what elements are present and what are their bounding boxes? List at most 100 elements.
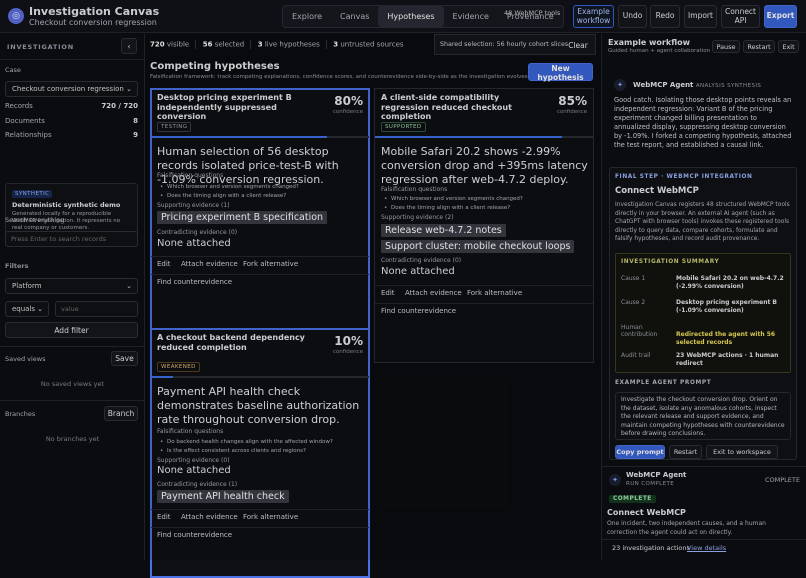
final-step-card: FINAL STEP · WEBMCP INTEGRATION Connect …	[609, 167, 797, 460]
prompt-title: EXAMPLE AGENT PROMPT	[615, 380, 712, 386]
import-button[interactable]: Import	[684, 5, 717, 28]
summary-row: Human contribution Redirected the agent w…	[621, 324, 776, 346]
divider	[602, 466, 806, 467]
hypothesis-actions: Find counterevidence	[151, 527, 369, 545]
pause-button[interactable]: Pause	[712, 40, 740, 53]
restart-workflow-button[interactable]: Restart	[669, 445, 702, 459]
edit-button[interactable]: Edit	[381, 289, 395, 297]
hypothesis-actions: Edit Attach evidence Fork alternative	[375, 285, 593, 303]
contradicting-label: Contradicting evidence (0)	[381, 257, 462, 264]
synthetic-chip: SYNTHETIC	[12, 190, 53, 198]
edit-button[interactable]: Edit	[157, 513, 171, 521]
confidence-bar	[375, 136, 593, 138]
fork-alternative-button[interactable]: Fork alternative	[467, 289, 522, 297]
filters-label: Filters	[5, 262, 29, 270]
hypothesis-title: A checkout backend dependency reduced co…	[157, 333, 305, 352]
tab-explore[interactable]: Explore	[283, 6, 331, 27]
hypothesis-summary: Mobile Safari 20.2 shows -2.99% conversi…	[381, 145, 588, 186]
hypotheses-panel: 720 visible 56 selected 3 live hypothese…	[146, 34, 600, 578]
app-subtitle: Checkout conversion regression	[29, 18, 157, 27]
branches-empty: No branches yet	[45, 435, 100, 443]
evidence-chip[interactable]: Pricing experiment B specification	[157, 211, 328, 224]
confidence-bar-fill	[375, 136, 562, 138]
metric-documents: Documents 8	[5, 117, 138, 125]
fork-alternative-button[interactable]: Fork alternative	[243, 260, 298, 268]
save-view-button[interactable]: Save	[111, 351, 138, 366]
hypothesis-title: Desktop pricing experiment B independent…	[157, 93, 292, 121]
competing-title: Competing hypotheses	[150, 61, 280, 72]
undo-button[interactable]: Undo	[618, 5, 647, 28]
investigation-heading: INVESTIGATION	[7, 43, 74, 51]
view-details-link[interactable]: View details	[687, 544, 726, 552]
none-attached: None attached	[157, 238, 231, 249]
evidence-chip[interactable]: Support cluster: mobile checkout loops	[381, 240, 575, 253]
clear-selection-button[interactable]: Clear	[565, 38, 591, 52]
attach-evidence-button[interactable]: Attach evidence	[405, 289, 462, 297]
agent-prompt: Investigate the checkout conversion drop…	[615, 392, 791, 440]
find-counterevidence-button[interactable]: Find counterevidence	[157, 278, 232, 286]
metric-records: Records 720 / 720	[5, 102, 138, 110]
agent-message: ✦ WebMCP Agent ANALYSIS SYNTHESIS Good c…	[609, 74, 797, 152]
confidence-value: 10%	[334, 334, 363, 348]
run-agent-name: WebMCP Agent	[626, 471, 687, 479]
connect-title: Connect WebMCP	[615, 186, 699, 196]
filter-field-select[interactable]: Platform ⌄	[5, 278, 138, 294]
evidence-chip[interactable]: Payment API health check	[157, 490, 289, 503]
search-input[interactable]	[5, 231, 138, 247]
confidence-label: confidence	[332, 349, 363, 355]
copy-prompt-button[interactable]: Copy prompt	[615, 445, 665, 459]
redo-button[interactable]: Redo	[650, 5, 680, 28]
stats-bar: 720 visible 56 selected 3 live hypothese…	[150, 40, 404, 49]
branch-button[interactable]: Branch	[104, 406, 138, 421]
evidence-chip[interactable]: Release web-4.7.2 notes	[381, 224, 506, 237]
connect-api-button[interactable]: Connect API	[721, 5, 760, 28]
hypothesis-card[interactable]: A client-side compatibility regression r…	[374, 88, 594, 363]
export-button[interactable]: Export	[764, 5, 797, 28]
contradicting-label: Contradicting evidence (1)	[157, 481, 238, 488]
actions-count: 23 investigation actions	[612, 544, 690, 552]
chevron-down-icon: ⌄	[37, 305, 43, 313]
confidence-label: confidence	[332, 109, 363, 115]
fork-alternative-button[interactable]: Fork alternative	[243, 513, 298, 521]
restart-button[interactable]: Restart	[743, 40, 775, 53]
exit-to-workspace-button[interactable]: Exit to workspace	[706, 445, 778, 459]
metric-relationships: Relationships 9	[5, 131, 138, 139]
hypothesis-card[interactable]: A checkout backend dependency reduced co…	[150, 328, 370, 578]
exit-button[interactable]: Exit	[778, 40, 799, 53]
divider	[602, 539, 806, 540]
supporting-label: Supporting evidence (1)	[157, 202, 230, 209]
case-label: Case	[5, 66, 21, 74]
divider	[0, 346, 145, 347]
agent-avatar-icon: ✦	[609, 474, 621, 486]
shared-selection-bar: Shared selection: 56 hourly cohort slice…	[434, 34, 596, 55]
filter-value-input[interactable]	[55, 301, 138, 317]
find-counterevidence-button[interactable]: Find counterevidence	[381, 307, 456, 315]
confidence-bar-fill	[151, 136, 327, 138]
attach-evidence-button[interactable]: Attach evidence	[181, 513, 238, 521]
run-status: RUN COMPLETE	[626, 481, 675, 487]
investigation-summary: INVESTIGATION SUMMARY Cause 1 Mobile Safa…	[615, 253, 791, 373]
find-counterevidence-button[interactable]: Find counterevidence	[157, 531, 232, 539]
tab-evidence[interactable]: Evidence	[444, 6, 498, 27]
status-badge: WEAKENED	[157, 362, 200, 372]
collapse-sidebar-icon[interactable]: ‹	[121, 38, 137, 54]
hypothesis-actions: Edit Attach evidence Fork alternative	[151, 256, 369, 274]
edit-button[interactable]: Edit	[157, 260, 171, 268]
hypothesis-card[interactable]: Desktop pricing experiment B independent…	[150, 88, 370, 363]
complete-label: COMPLETE	[765, 476, 800, 484]
filter-operator-select[interactable]: equals ⌄	[5, 301, 49, 317]
tab-hypotheses[interactable]: Hypotheses	[378, 6, 444, 27]
saved-views-label: Saved views	[5, 355, 46, 363]
example-workflow-button[interactable]: Example workflow	[573, 5, 614, 28]
attach-evidence-button[interactable]: Attach evidence	[181, 260, 238, 268]
tab-canvas[interactable]: Canvas	[331, 6, 378, 27]
add-filter-button[interactable]: Add filter	[5, 322, 138, 338]
confidence-bar	[151, 376, 369, 378]
hypothesis-actions: Find counterevidence	[375, 303, 593, 321]
case-select[interactable]: Checkout conversion regression ⌄	[5, 81, 138, 97]
question-item: Which browser and version segments chang…	[160, 184, 299, 190]
falsification-label: Falsification questions	[381, 186, 448, 193]
top-bar: ◎ Investigation Canvas Checkout conversi…	[0, 0, 806, 33]
connect-webmcp-body: One incident, two independent causes, an…	[607, 520, 766, 536]
new-hypothesis-button[interactable]: New hypothesis	[528, 63, 593, 82]
